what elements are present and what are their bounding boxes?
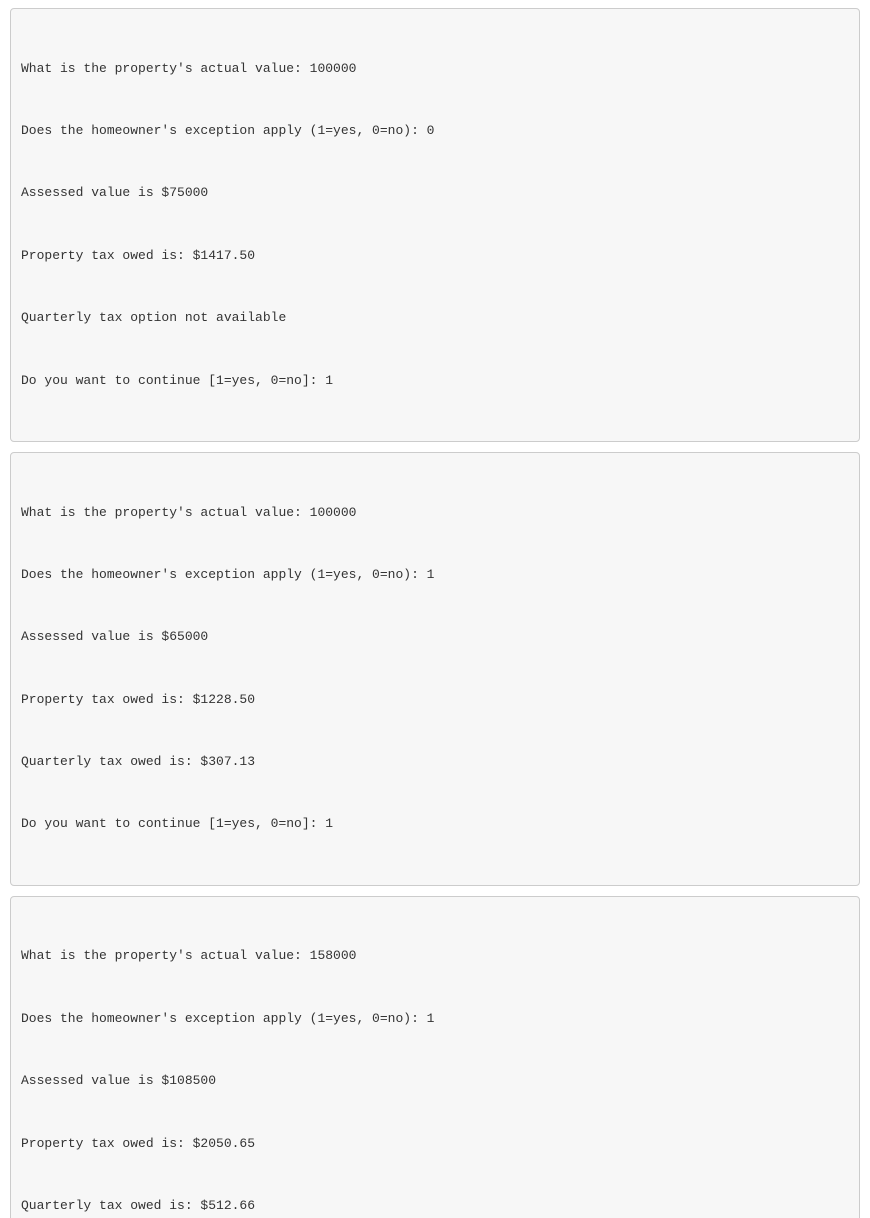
output-line: Property tax owed is: $2050.65 bbox=[21, 1134, 849, 1155]
output-line: What is the property's actual value: 100… bbox=[21, 59, 849, 80]
output-line: Quarterly tax owed is: $307.13 bbox=[21, 752, 849, 773]
output-block: What is the property's actual value: 100… bbox=[10, 452, 860, 886]
output-line: Does the homeowner's exception apply (1=… bbox=[21, 1009, 849, 1030]
output-block: What is the property's actual value: 100… bbox=[10, 8, 860, 442]
output-block: What is the property's actual value: 158… bbox=[10, 896, 860, 1218]
output-line: Do you want to continue [1=yes, 0=no]: 1 bbox=[21, 814, 849, 835]
page-container: What is the property's actual value: 100… bbox=[0, 0, 870, 1218]
output-line: Do you want to continue [1=yes, 0=no]: 1 bbox=[21, 371, 849, 392]
output-line: Assessed value is $65000 bbox=[21, 627, 849, 648]
output-line: Quarterly tax option not available bbox=[21, 308, 849, 329]
output-line: Does the homeowner's exception apply (1=… bbox=[21, 121, 849, 142]
output-line: What is the property's actual value: 100… bbox=[21, 503, 849, 524]
output-line: Assessed value is $75000 bbox=[21, 183, 849, 204]
output-line: Assessed value is $108500 bbox=[21, 1071, 849, 1092]
output-line: Property tax owed is: $1228.50 bbox=[21, 690, 849, 711]
output-line: What is the property's actual value: 158… bbox=[21, 946, 849, 967]
output-line: Quarterly tax owed is: $512.66 bbox=[21, 1196, 849, 1217]
output-line: Property tax owed is: $1417.50 bbox=[21, 246, 849, 267]
output-line: Does the homeowner's exception apply (1=… bbox=[21, 565, 849, 586]
